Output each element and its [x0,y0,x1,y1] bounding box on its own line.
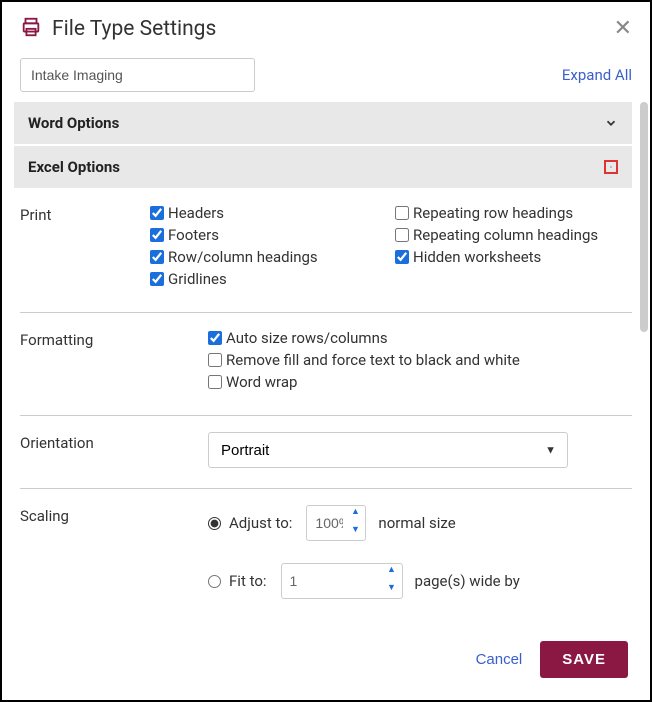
radio-label: Fit to: [229,572,267,590]
radio-adjust-to[interactable] [208,517,221,530]
file-type-settings-dialog: File Type Settings ✕ Expand All Word Opt… [0,0,652,702]
formatting-section: Formatting Auto size rows/columns Remove… [20,329,632,416]
excel-options-panel: Print Headers Footers Row/column heading… [14,190,638,623]
scrollbar-thumb[interactable] [640,102,648,332]
dialog-title: File Type Settings [52,17,614,41]
adjust-percent-spinner[interactable]: ▲ ▼ [306,505,366,541]
scaling-section: Scaling Adjust to: ▲ ▼ normal size [20,505,632,623]
checkbox-headers[interactable]: Headers [150,204,387,222]
printer-icon [20,16,42,42]
scaling-fit-row: Fit to: ▲ ▼ page(s) wide by [208,563,632,599]
spin-up-icon[interactable]: ▲ [384,566,400,578]
spinner-buttons: ▲ ▼ [384,566,400,596]
checkbox-repeating-column-headings[interactable]: Repeating column headings [395,226,632,244]
radio-fit-to[interactable] [208,575,221,588]
spin-up-icon[interactable]: ▲ [347,508,363,520]
spin-down-icon[interactable]: ▼ [347,526,363,538]
checkbox-row-column-headings[interactable]: Row/column headings [150,248,387,266]
adjust-suffix: normal size [378,514,455,532]
accordion-label: Excel Options [28,158,120,176]
controls-row: Expand All [2,54,650,102]
section-label: Scaling [20,505,208,525]
orientation-section: Orientation Portrait ▼ [20,432,632,489]
checkbox-remove-fill[interactable]: Remove fill and force text to black and … [208,351,632,369]
close-icon[interactable]: ✕ [614,18,632,40]
print-col-right: Repeating row headings Repeating column … [395,204,632,292]
accordion-label: Word Options [28,114,119,132]
save-button[interactable]: SAVE [540,641,628,678]
print-section: Print Headers Footers Row/column heading… [20,204,632,313]
accordion-word-options[interactable]: Word Options [14,102,632,144]
preset-name-input[interactable] [20,58,255,92]
spin-down-icon[interactable]: ▼ [384,584,400,596]
cancel-button[interactable]: Cancel [476,651,523,668]
fit-suffix: page(s) wide by [415,572,520,590]
dialog-header: File Type Settings ✕ [2,2,650,54]
checkbox-hidden-worksheets[interactable]: Hidden worksheets [395,248,632,266]
checkbox-repeating-row-headings[interactable]: Repeating row headings [395,204,632,222]
checkbox-gridlines[interactable]: Gridlines [150,270,387,288]
checkbox-footers[interactable]: Footers [150,226,387,244]
dialog-footer: Cancel SAVE [2,623,650,700]
fit-pages-wide-spinner[interactable]: ▲ ▼ [281,563,403,599]
scroll-area: Word Options Excel Options Print Headers… [2,102,650,623]
expand-all-link[interactable]: Expand All [562,66,632,84]
chevron-down-icon [604,116,618,130]
section-label: Orientation [20,432,208,452]
checkbox-auto-size[interactable]: Auto size rows/columns [208,329,632,347]
section-label: Formatting [20,329,150,349]
checkbox-word-wrap[interactable]: Word wrap [208,373,632,391]
chevron-up-icon [604,160,618,174]
orientation-select[interactable]: Portrait [208,432,568,468]
radio-label: Adjust to: [229,514,292,532]
scaling-adjust-row: Adjust to: ▲ ▼ normal size [208,505,632,541]
spinner-buttons: ▲ ▼ [347,508,363,538]
accordion-excel-options[interactable]: Excel Options [14,146,632,188]
section-label: Print [20,204,150,224]
print-col-left: Headers Footers Row/column headings Grid… [150,204,387,292]
